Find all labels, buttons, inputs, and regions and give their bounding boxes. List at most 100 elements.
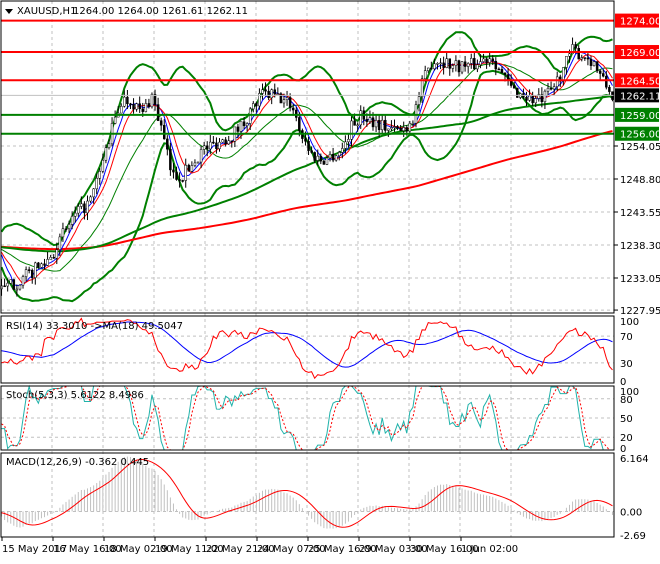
candle-body	[288, 97, 292, 109]
candle-body	[113, 116, 117, 124]
macd-tick-label: -2.69	[620, 531, 646, 542]
trading-chart[interactable]: 1254.05 1248.80 1243.55 1238.30 1233.05 1227.…	[0, 0, 660, 560]
candle-body	[479, 61, 482, 66]
price-tick-label: 1238.30	[620, 241, 660, 252]
candle-body	[98, 171, 102, 179]
candle-body	[12, 279, 16, 290]
candle-body	[310, 150, 313, 153]
candle-body	[384, 119, 387, 131]
candle-body	[276, 93, 280, 95]
candle-body	[172, 169, 175, 173]
candle-body	[270, 89, 273, 98]
candle-body	[187, 164, 191, 172]
candle-body	[497, 68, 501, 71]
macd-tick-label: 6.164	[620, 454, 649, 465]
candle-body	[359, 110, 362, 126]
candle-body	[224, 139, 227, 145]
macd-title: MACD(12,26,9) -0.362 0.445	[6, 457, 149, 468]
candle-body	[512, 85, 516, 89]
candle-body	[86, 200, 89, 214]
candle-body	[341, 148, 344, 153]
chart-canvas[interactable]: 1254.05 1248.80 1243.55 1238.30 1233.05 1227.…	[0, 0, 660, 560]
price-tick-label: 1243.55	[620, 208, 660, 219]
candle-body	[3, 285, 6, 288]
candle-body	[568, 53, 571, 57]
price-tick-label: 1227.95	[620, 306, 660, 317]
candle-body	[123, 96, 126, 107]
rsi-title: RSI(14) 33.3010 ->MA(18) 49.5047	[6, 321, 183, 332]
candle-body	[516, 88, 519, 98]
candle-body	[153, 94, 157, 105]
candle-body	[181, 180, 184, 182]
candle-body	[494, 60, 498, 70]
candle-body	[577, 47, 580, 60]
candle-body	[104, 147, 108, 161]
candle-body	[55, 249, 59, 259]
candle-body	[212, 141, 215, 144]
candle-body	[371, 117, 375, 128]
candle-body	[58, 236, 62, 250]
candle-body	[80, 203, 83, 207]
candle-body	[15, 288, 19, 291]
candle-body	[67, 224, 71, 230]
candle-body	[605, 75, 608, 88]
last-price-label: 1262.11	[620, 91, 660, 102]
candle-body	[135, 103, 138, 110]
candle-body	[509, 80, 513, 86]
candle-body	[307, 141, 310, 151]
candle-body	[344, 141, 347, 149]
candle-body	[295, 109, 298, 118]
candle-body	[89, 196, 92, 202]
candle-body	[396, 126, 399, 129]
candle-body	[555, 76, 559, 87]
candle-body	[319, 155, 323, 162]
candle-body	[138, 103, 141, 110]
macd-tick-label: 0.00	[620, 507, 642, 518]
candle-body	[411, 122, 415, 125]
price-tick-label: 1248.80	[620, 175, 660, 186]
candle-body	[356, 124, 359, 127]
candle-body	[463, 61, 467, 67]
candle-body	[322, 160, 326, 165]
level-tag-label: 1274.00	[620, 17, 660, 28]
candle-body	[184, 164, 187, 181]
candle-body	[417, 96, 421, 105]
candle-body	[491, 58, 494, 62]
candle-body	[476, 64, 479, 70]
candle-body	[365, 119, 369, 122]
candle-body	[267, 90, 270, 98]
candle-body	[221, 139, 224, 143]
candle-body	[126, 96, 129, 105]
candle-body	[239, 121, 243, 132]
candle-body	[227, 140, 230, 145]
candle-body	[202, 145, 206, 150]
candle-body	[264, 89, 267, 92]
candle-body	[377, 120, 381, 130]
candle-body	[252, 103, 255, 110]
candle-body	[27, 269, 31, 271]
price-tick-label: 1233.05	[620, 274, 660, 285]
candle-body	[64, 228, 68, 231]
candle-body	[448, 58, 452, 69]
candle-body	[196, 161, 200, 164]
candle-body	[414, 104, 418, 124]
candle-body	[9, 279, 12, 284]
candle-body	[580, 57, 584, 60]
triangle-down-icon[interactable]	[5, 9, 13, 14]
candle-body	[353, 120, 356, 126]
level-tag-label: 1259.00	[620, 111, 660, 122]
candle-body	[500, 69, 504, 73]
level-tag-label: 1264.50	[620, 76, 660, 87]
candle-body	[236, 126, 240, 132]
candle-body	[488, 58, 491, 63]
candle-body	[129, 103, 132, 106]
candle-body	[427, 67, 430, 71]
candle-body	[205, 145, 209, 150]
candle-body	[469, 58, 473, 64]
candle-body	[583, 57, 587, 59]
candle-body	[144, 103, 148, 112]
candle-body	[304, 138, 307, 142]
candle-body	[393, 126, 396, 128]
candle-body	[190, 165, 194, 172]
candle-body	[215, 142, 218, 150]
